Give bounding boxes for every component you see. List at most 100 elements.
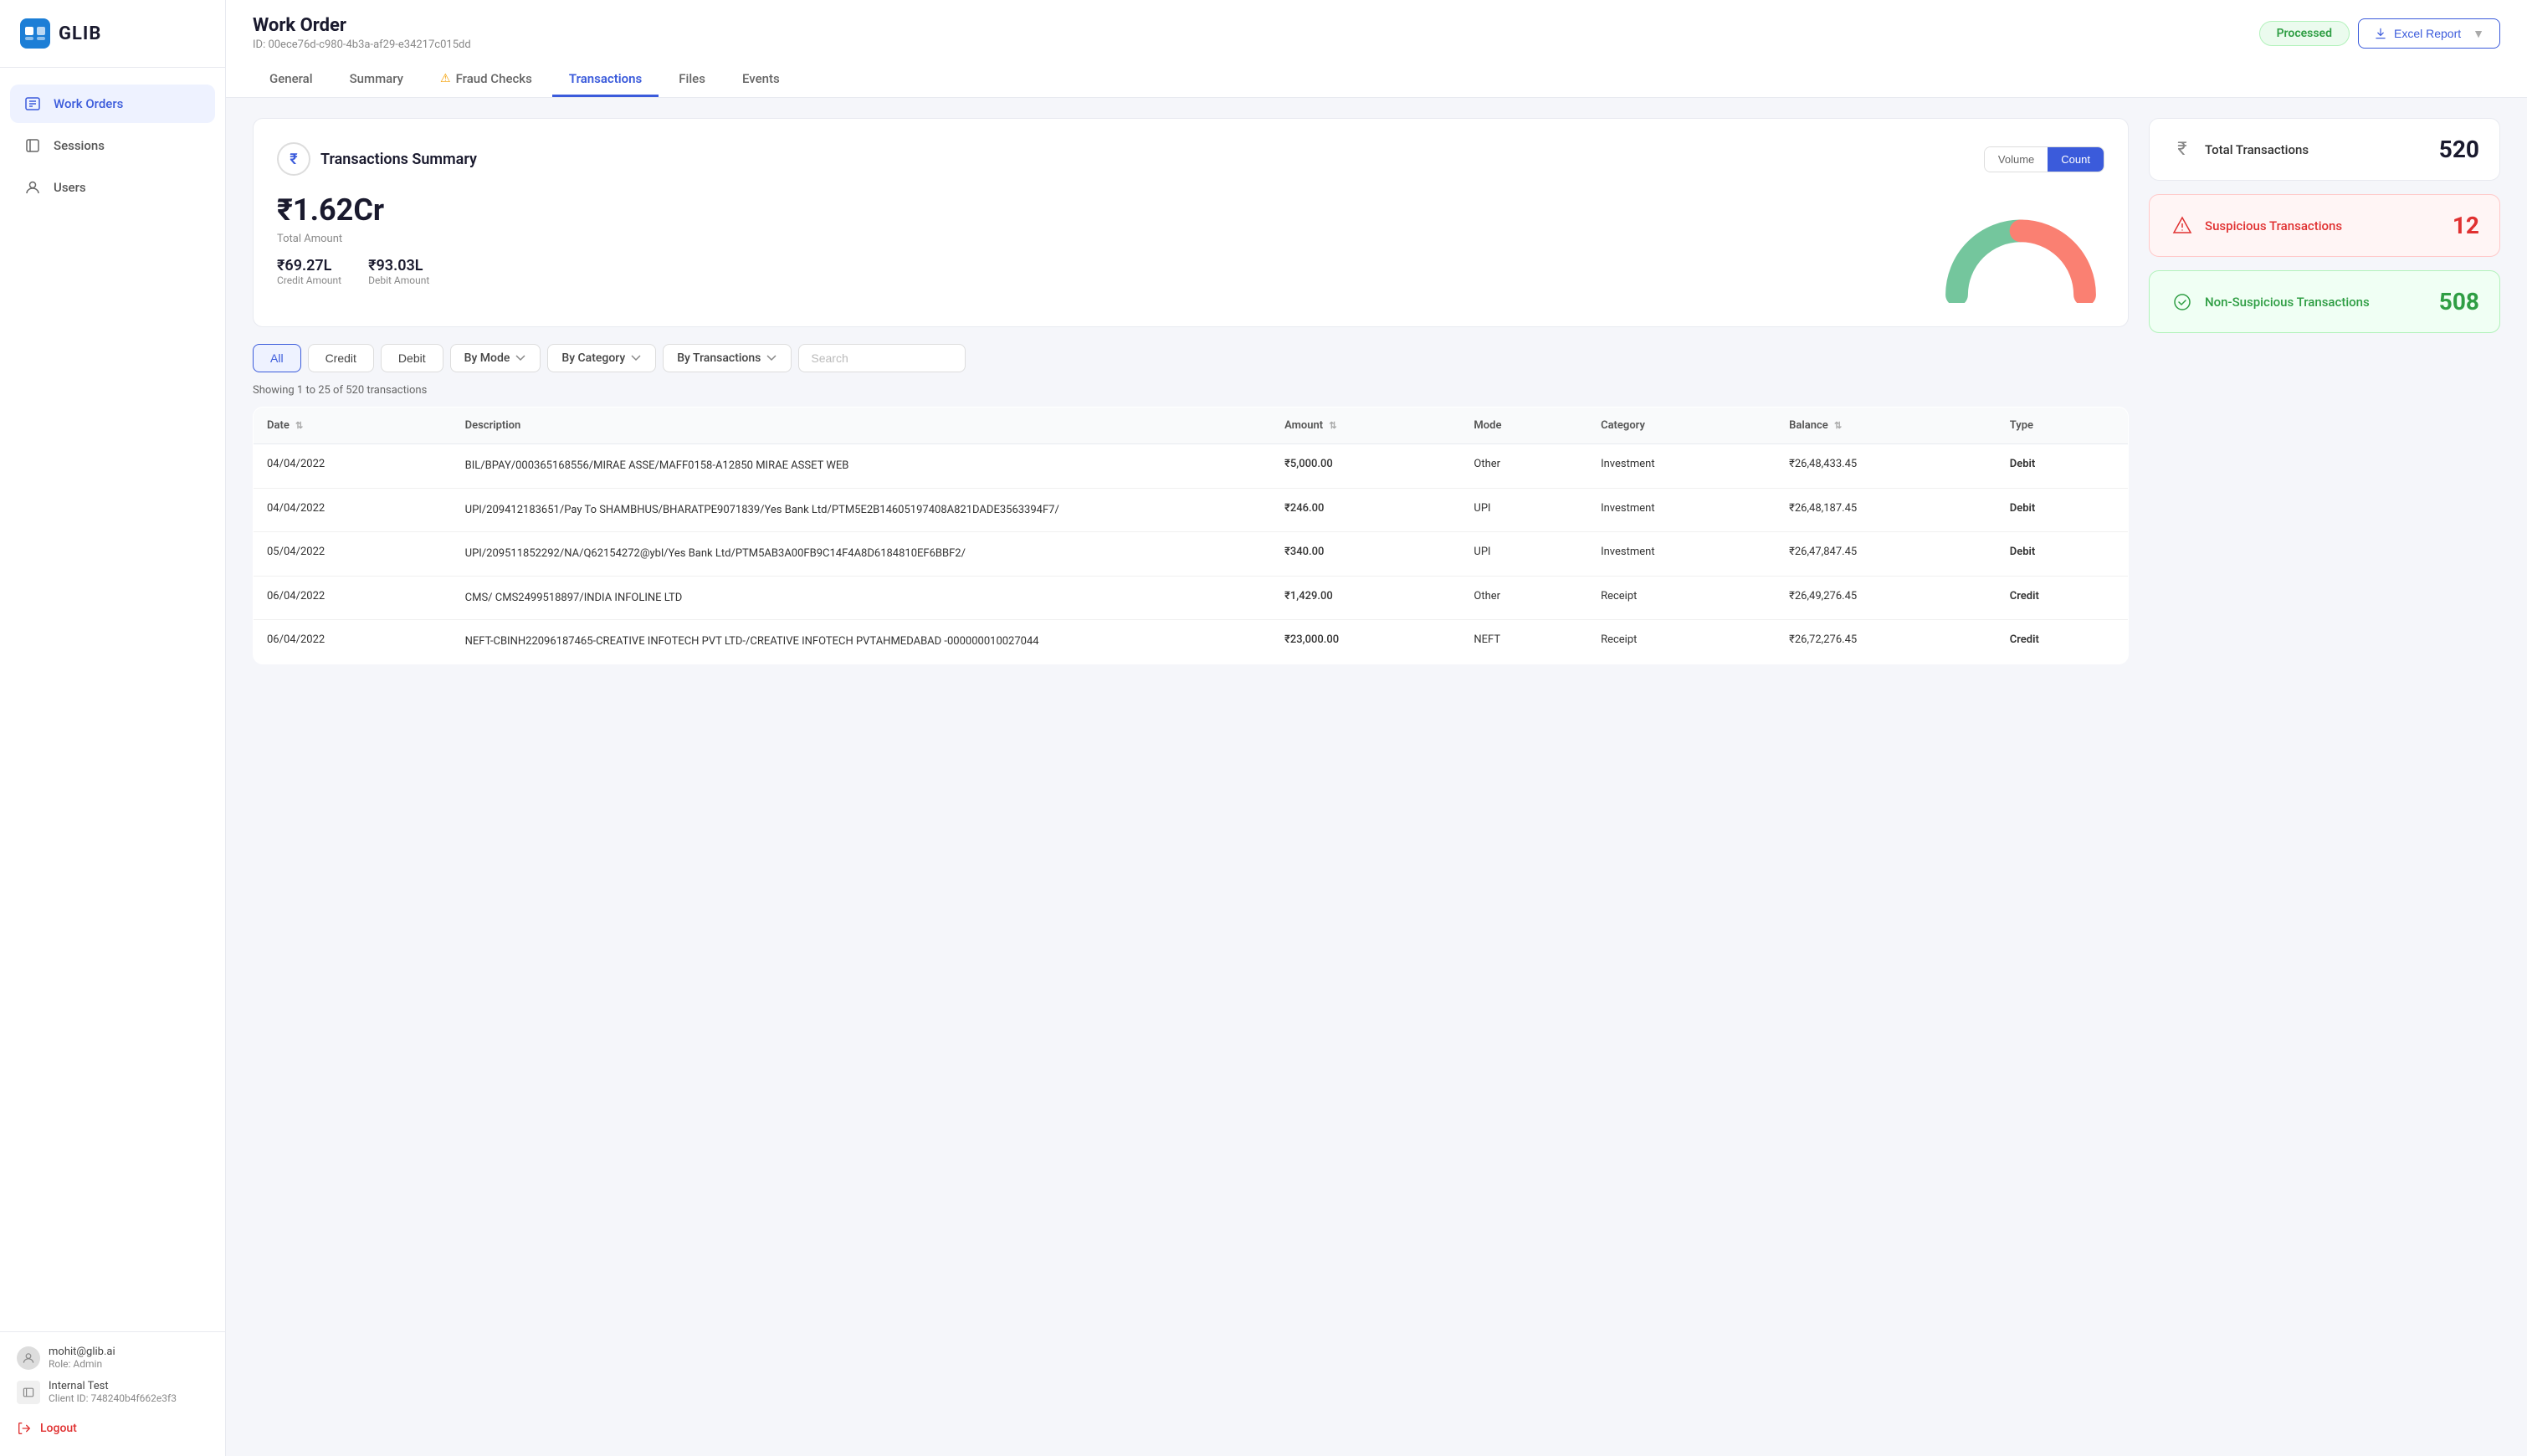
- user-role: Role: Admin: [49, 1358, 115, 1370]
- filter-credit-btn[interactable]: Credit: [308, 344, 374, 372]
- left-panel: ₹ Transactions Summary Volume Count ₹1.6…: [253, 118, 2129, 664]
- right-panel: ₹ Total Transactions 520 Suspicious Tra: [2149, 118, 2500, 664]
- stat-non-suspicious-left: Non-Suspicious Transactions: [2170, 290, 2370, 315]
- user-email: mohit@glib.ai: [49, 1346, 115, 1358]
- cell-balance: ₹26,72,276.45: [1776, 620, 1996, 664]
- summary-gauge-chart: [1937, 211, 2104, 303]
- cell-category: Receipt: [1587, 620, 1776, 664]
- rupee-stat-icon: ₹: [2170, 137, 2195, 162]
- status-badge: Processed: [2259, 21, 2350, 46]
- debit-label: Debit Amount: [368, 274, 429, 286]
- sidebar-item-sessions[interactable]: Sessions: [10, 126, 215, 165]
- tab-fraud-checks[interactable]: ⚠ Fraud Checks: [423, 63, 549, 97]
- transactions-summary-card: ₹ Transactions Summary Volume Count ₹1.6…: [253, 118, 2129, 327]
- excel-report-button[interactable]: Excel Report ▼: [2358, 18, 2500, 49]
- filter-all-btn[interactable]: All: [253, 344, 301, 372]
- tab-events[interactable]: Events: [725, 63, 797, 97]
- tab-general[interactable]: General: [253, 63, 330, 97]
- stats-cards: ₹ Total Transactions 520 Suspicious Tra: [2149, 118, 2500, 333]
- filter-debit-btn[interactable]: Debit: [381, 344, 443, 372]
- alert-icon: [2170, 213, 2195, 238]
- sidebar-item-work-orders[interactable]: Work Orders: [10, 85, 215, 123]
- cell-type: Debit: [1996, 532, 2129, 577]
- cell-date: 06/04/2022: [254, 620, 452, 664]
- suspicious-label: Suspicious Transactions: [2205, 218, 2342, 233]
- page-id: ID: 00ece76d-c980-4b3a-af29-e34217c015dd: [253, 38, 471, 51]
- client-icon: [17, 1381, 40, 1404]
- suspicious-transactions-card: Suspicious Transactions 12: [2149, 194, 2500, 257]
- non-suspicious-value: 508: [2439, 288, 2479, 315]
- sidebar-footer: mohit@glib.ai Role: Admin Internal Test …: [0, 1331, 225, 1456]
- tab-summary[interactable]: Summary: [333, 63, 420, 97]
- volume-toggle-btn[interactable]: Volume: [1985, 147, 2048, 172]
- cell-balance: ₹26,48,433.45: [1776, 444, 1996, 489]
- total-amount-label: Total Amount: [277, 233, 429, 245]
- chevron-down-icon: [515, 352, 526, 364]
- header-actions: Processed Excel Report ▼: [2259, 18, 2500, 49]
- summary-amounts: ₹1.62Cr Total Amount ₹69.27L Credit Amou…: [277, 192, 429, 286]
- cell-description: UPI/209412183651/Pay To SHAMBHUS/BHARATP…: [452, 488, 1271, 532]
- total-amount: ₹1.62Cr: [277, 192, 429, 228]
- cell-description: UPI/209511852292/NA/Q62154272@ybl/Yes Ba…: [452, 532, 1271, 577]
- cell-amount: ₹5,000.00: [1271, 444, 1460, 489]
- total-transactions-card: ₹ Total Transactions 520: [2149, 118, 2500, 181]
- sidebar-item-label: Work Orders: [54, 96, 123, 111]
- sidebar-client: Internal Test Client ID: 748240b4f662e3f…: [17, 1380, 208, 1404]
- excel-btn-label: Excel Report: [2394, 27, 2461, 40]
- col-description: Description: [452, 408, 1271, 444]
- cell-amount: ₹246.00: [1271, 488, 1460, 532]
- cell-date: 05/04/2022: [254, 532, 452, 577]
- volume-count-toggle[interactable]: Volume Count: [1984, 146, 2104, 172]
- logout-button[interactable]: Logout: [17, 1414, 208, 1443]
- sidebar-nav: Work Orders Sessions Users: [0, 68, 225, 1331]
- col-type: Type: [1996, 408, 2129, 444]
- col-category: Category: [1587, 408, 1776, 444]
- chevron-down-icon: [766, 352, 777, 364]
- sidebar-user: mohit@glib.ai Role: Admin: [17, 1346, 208, 1370]
- cell-category: Receipt: [1587, 576, 1776, 620]
- cell-description: CMS/ CMS2499518897/INDIA INFOLINE LTD: [452, 576, 1271, 620]
- sessions-icon: [23, 136, 42, 155]
- filter-by-category-dropdown[interactable]: By Category: [547, 344, 656, 372]
- logo-text: GLIB: [59, 23, 101, 44]
- warning-icon: ⚠: [440, 72, 451, 85]
- cell-mode: NEFT: [1460, 620, 1587, 664]
- table-row: 06/04/2022 CMS/ CMS2499518897/INDIA INFO…: [254, 576, 2129, 620]
- tab-files[interactable]: Files: [662, 63, 722, 97]
- table-header: Date ⇅ Description Amount ⇅ Mode Categor…: [254, 408, 2129, 444]
- col-balance[interactable]: Balance ⇅: [1776, 408, 1996, 444]
- col-amount[interactable]: Amount ⇅: [1271, 408, 1460, 444]
- logout-label: Logout: [40, 1422, 77, 1435]
- search-input-wrap: [798, 344, 966, 372]
- rupee-icon: ₹: [277, 142, 310, 176]
- cell-mode: UPI: [1460, 532, 1587, 577]
- cell-category: Investment: [1587, 488, 1776, 532]
- sidebar-item-users[interactable]: Users: [10, 168, 215, 207]
- non-suspicious-transactions-card: Non-Suspicious Transactions 508: [2149, 270, 2500, 333]
- total-transactions-label: Total Transactions: [2205, 142, 2309, 157]
- col-date[interactable]: Date ⇅: [254, 408, 452, 444]
- cell-mode: Other: [1460, 444, 1587, 489]
- table-row: 04/04/2022 BIL/BPAY/000365168556/MIRAE A…: [254, 444, 2129, 489]
- filter-row: All Credit Debit By Mode By Category By …: [253, 344, 2129, 372]
- count-toggle-btn[interactable]: Count: [2048, 147, 2104, 172]
- credit-amount: ₹69.27L: [277, 257, 341, 274]
- credit-item: ₹69.27L Credit Amount: [277, 257, 341, 286]
- cell-balance: ₹26,47,847.45: [1776, 532, 1996, 577]
- table-body: 04/04/2022 BIL/BPAY/000365168556/MIRAE A…: [254, 444, 2129, 664]
- chevron-down-icon: [630, 352, 642, 364]
- cell-amount: ₹340.00: [1271, 532, 1460, 577]
- sidebar-item-label: Users: [54, 180, 86, 195]
- cell-category: Investment: [1587, 444, 1776, 489]
- main-content: Work Order ID: 00ece76d-c980-4b3a-af29-e…: [226, 0, 2527, 1456]
- filter-by-transactions-dropdown[interactable]: By Transactions: [663, 344, 792, 372]
- search-input[interactable]: [798, 344, 966, 372]
- page-header-top: Work Order ID: 00ece76d-c980-4b3a-af29-e…: [253, 15, 2500, 51]
- cell-amount: ₹1,429.00: [1271, 576, 1460, 620]
- cell-type: Credit: [1996, 620, 2129, 664]
- col-mode: Mode: [1460, 408, 1587, 444]
- summary-card-header: ₹ Transactions Summary Volume Count: [277, 142, 2104, 176]
- summary-title: ₹ Transactions Summary: [277, 142, 477, 176]
- filter-by-mode-dropdown[interactable]: By Mode: [450, 344, 541, 372]
- tab-transactions[interactable]: Transactions: [552, 63, 659, 97]
